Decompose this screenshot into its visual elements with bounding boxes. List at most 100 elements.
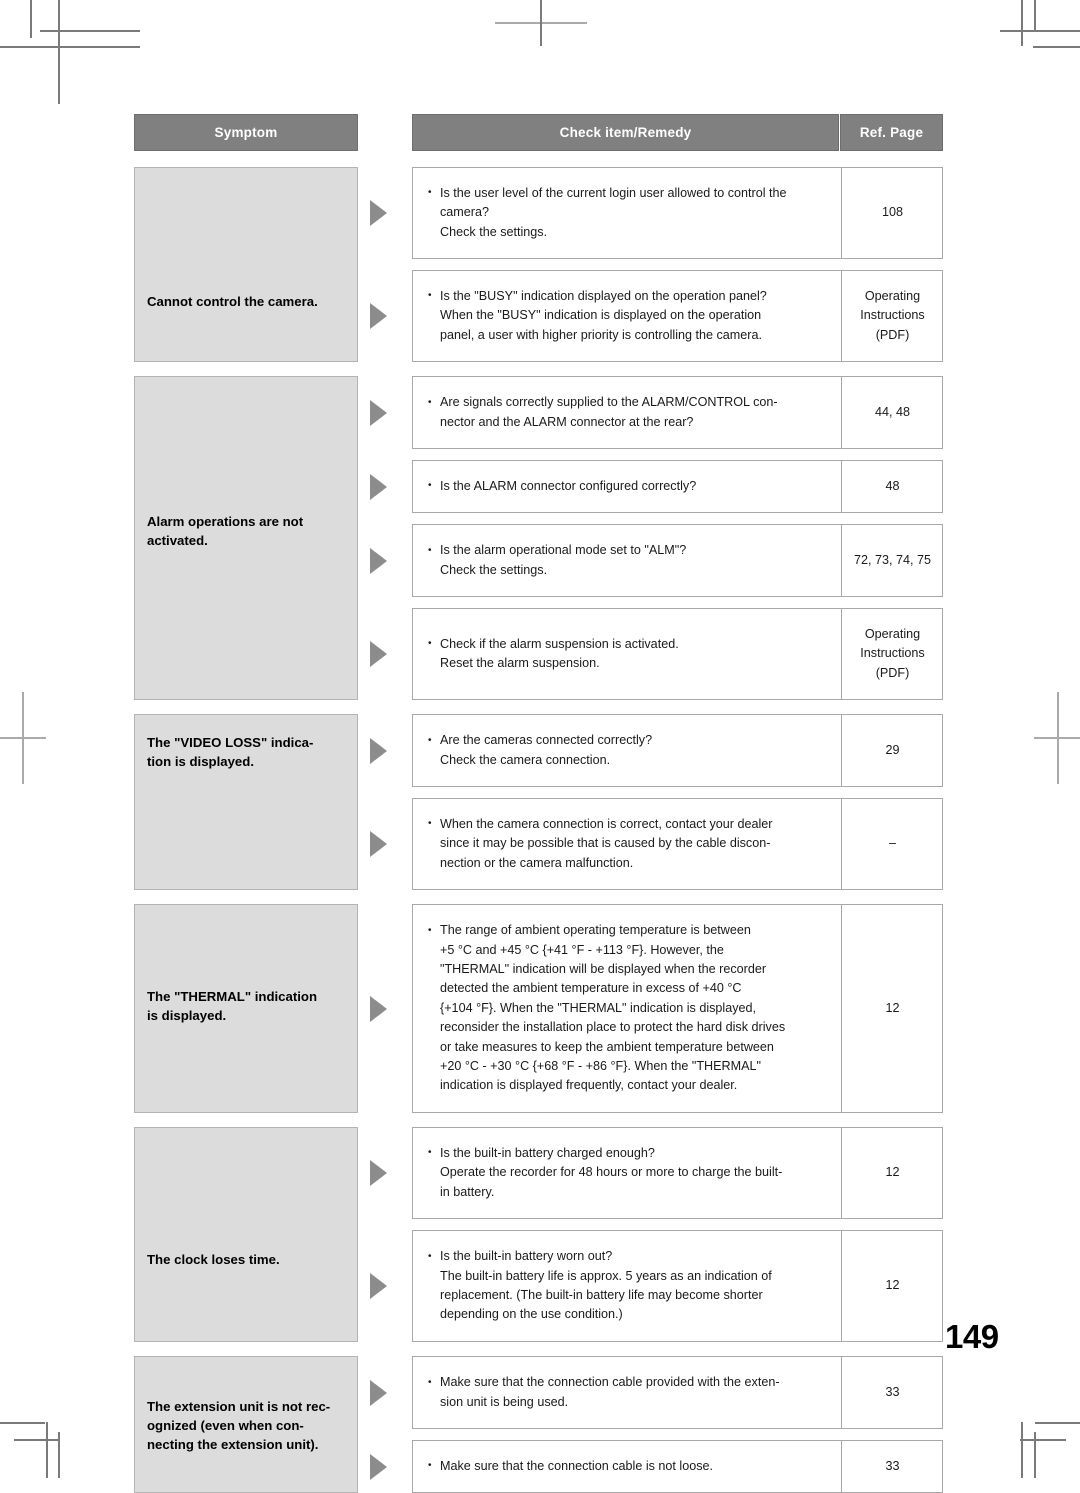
ref-page-value: 33 <box>885 1384 900 1399</box>
remedy-bullet-line: Are signals correctly supplied to the AL… <box>427 393 832 413</box>
remedy-text: Is the built-in battery worn out?The bui… <box>427 1231 832 1341</box>
remedy-row: Is the "BUSY" indication displayed on th… <box>412 270 943 362</box>
remedy-line: camera? <box>440 205 489 220</box>
remedy-row: Is the user level of the current login u… <box>412 167 943 259</box>
remedy-line: Operate the recorder for 48 hours or mor… <box>440 1165 783 1180</box>
symptom-label: The clock loses time. <box>147 1250 349 1269</box>
arrow-icon <box>370 831 387 857</box>
ref-page-value: (PDF) <box>875 665 910 680</box>
remedy-line: nector and the ALARM connector at the re… <box>440 414 694 429</box>
symptom-label-line: The clock loses time. <box>147 1252 280 1267</box>
arrow-icon <box>370 1273 387 1299</box>
symptom-label-line: necting the extension unit). <box>147 1437 319 1452</box>
ref-page-cell: 12 <box>841 1128 943 1218</box>
remedy-line: When the "BUSY" indication is displayed … <box>440 308 762 323</box>
symptom-label: Alarm operations are not activated. <box>147 512 349 550</box>
symptom-label: The "VIDEO LOSS" indica-tion is displaye… <box>147 733 349 771</box>
arrow-icon <box>370 200 387 226</box>
remedy-bullet-line: Make sure that the connection cable prov… <box>427 1373 832 1393</box>
symptom-label: Cannot control the camera. <box>147 292 349 311</box>
ref-page-value: 12 <box>885 1165 900 1180</box>
remedy-row: When the camera connection is correct, c… <box>412 798 943 890</box>
remedy-line: in battery. <box>440 1184 495 1199</box>
ref-page-cell: 12 <box>841 905 943 1112</box>
remedy-bullet-line: Is the user level of the current login u… <box>427 183 832 203</box>
remedy-bullet-line: Check if the alarm suspension is activat… <box>427 634 832 654</box>
symptom-label: The extension unit is not rec-ognized (e… <box>147 1397 349 1454</box>
ref-page-value: 72, 73, 74, 75 <box>853 552 932 567</box>
ref-page-cell: 33 <box>841 1441 943 1492</box>
printed-page: Symptom Check item/Remedy Ref. Page Is t… <box>0 0 1080 1493</box>
symptom-label-line: is displayed. <box>147 1007 227 1023</box>
remedy-row: Make sure that the connection cable is n… <box>412 1440 943 1493</box>
arrow-icon <box>370 641 387 667</box>
ref-page-cell: – <box>841 799 943 889</box>
remedy-bullet-line: Is the built-in battery charged enough? <box>427 1143 832 1163</box>
remedy-text: Is the "BUSY" indication displayed on th… <box>427 271 832 361</box>
remedy-bullet-line: Is the built-in battery worn out? <box>427 1247 832 1267</box>
remedy-line: detected the ambient temperature in exce… <box>440 981 742 996</box>
ref-page-value: 29 <box>885 742 900 757</box>
remedy-text: Is the user level of the current login u… <box>427 168 832 258</box>
remedy-line: depending on the use condition.) <box>440 1307 623 1322</box>
ref-page-cell: 44, 48 <box>841 377 943 448</box>
symptom-cell: The "VIDEO LOSS" indica-tion is displaye… <box>134 714 358 890</box>
remedy-text: Is the alarm operational mode set to "AL… <box>427 525 832 596</box>
remedy-text: Are signals correctly supplied to the AL… <box>427 377 832 448</box>
arrow-icon <box>370 547 387 574</box>
symptom-label-line: ognized (even when con- <box>147 1418 304 1433</box>
arrow-icon <box>370 473 387 500</box>
remedy-line: replacement. (The built-in battery life … <box>440 1288 763 1302</box>
ref-page-cell: 48 <box>841 461 943 512</box>
symptom-label-line: The "THERMAL" indication <box>147 988 318 1004</box>
ref-page-value: 12 <box>885 1278 900 1293</box>
ref-page-value: (PDF) <box>875 327 910 342</box>
remedy-row: Is the built-in battery charged enough? O… <box>412 1127 943 1219</box>
ref-page-cell: 33 <box>841 1357 943 1428</box>
arrow-icon <box>370 399 387 426</box>
symptom-label-line: activated. <box>147 533 208 548</box>
symptom-cell: Alarm operations are not activated. <box>134 376 358 700</box>
remedy-text: The range of ambient operating temperatu… <box>427 905 832 1112</box>
ref-page-value: Instructions <box>860 646 925 661</box>
symptom-cell: The extension unit is not rec-ognized (e… <box>134 1356 358 1493</box>
remedy-text: Is the built-in battery charged enough? O… <box>427 1128 832 1218</box>
troubleshooting-table: Symptom Check item/Remedy Ref. Page Is t… <box>134 114 944 1493</box>
ref-page-value: 33 <box>885 1458 900 1473</box>
remedy-line: Check the settings. <box>440 224 548 239</box>
remedy-text: Is the ALARM connector configured correc… <box>427 461 832 512</box>
ref-page-value: 108 <box>881 205 903 220</box>
remedy-line: +5 °C and +45 °C {+41 °F - +113 °F}. How… <box>440 942 724 957</box>
remedy-line: panel, a user with higher priority is co… <box>440 327 762 342</box>
remedy-row: Are signals correctly supplied to the AL… <box>412 376 943 449</box>
remedy-line: nection or the camera malfunction. <box>440 855 634 870</box>
table-header-row: Symptom Check item/Remedy Ref. Page <box>134 114 944 151</box>
arrow-icon <box>370 737 387 764</box>
remedy-row: Are the cameras connected correctly?Chec… <box>412 714 943 787</box>
remedy-bullet-line: Are the cameras connected correctly? <box>427 731 832 751</box>
symptom-cell: The "THERMAL" indication is displayed. <box>134 904 358 1113</box>
arrow-icon <box>370 995 387 1022</box>
remedy-row: Make sure that the connection cable prov… <box>412 1356 943 1429</box>
ref-page-cell: 72, 73, 74, 75 <box>841 525 943 596</box>
arrow-icon <box>370 303 387 329</box>
remedy-text: Make sure that the connection cable is n… <box>427 1441 832 1492</box>
ref-page-cell: 29 <box>841 715 943 786</box>
symptom-cell: Cannot control the camera. <box>134 167 358 362</box>
ref-page-value: – <box>888 836 896 851</box>
remedy-row: Is the built-in battery worn out?The bui… <box>412 1230 943 1342</box>
symptom-label-line: Cannot control the camera. <box>147 294 318 309</box>
remedy-line: since it may be possible that is caused … <box>440 836 771 851</box>
remedy-text: Are the cameras connected correctly?Chec… <box>427 715 832 786</box>
remedy-line: Check the camera connection. <box>440 752 611 767</box>
arrow-icon <box>370 1160 387 1186</box>
ref-page-value: 44, 48 <box>874 404 910 419</box>
remedy-line: The built-in battery life is approx. 5 y… <box>440 1268 772 1283</box>
ref-page-value: Instructions <box>860 308 925 323</box>
arrow-icon <box>370 1453 387 1480</box>
remedy-line: Check the settings. <box>440 562 548 577</box>
symptom-label-line: The extension unit is not rec- <box>147 1399 331 1414</box>
remedy-line: sion unit is being used. <box>440 1394 569 1409</box>
remedy-text: Make sure that the connection cable prov… <box>427 1357 832 1428</box>
remedy-bullet-line: Is the ALARM connector configured correc… <box>427 476 832 496</box>
